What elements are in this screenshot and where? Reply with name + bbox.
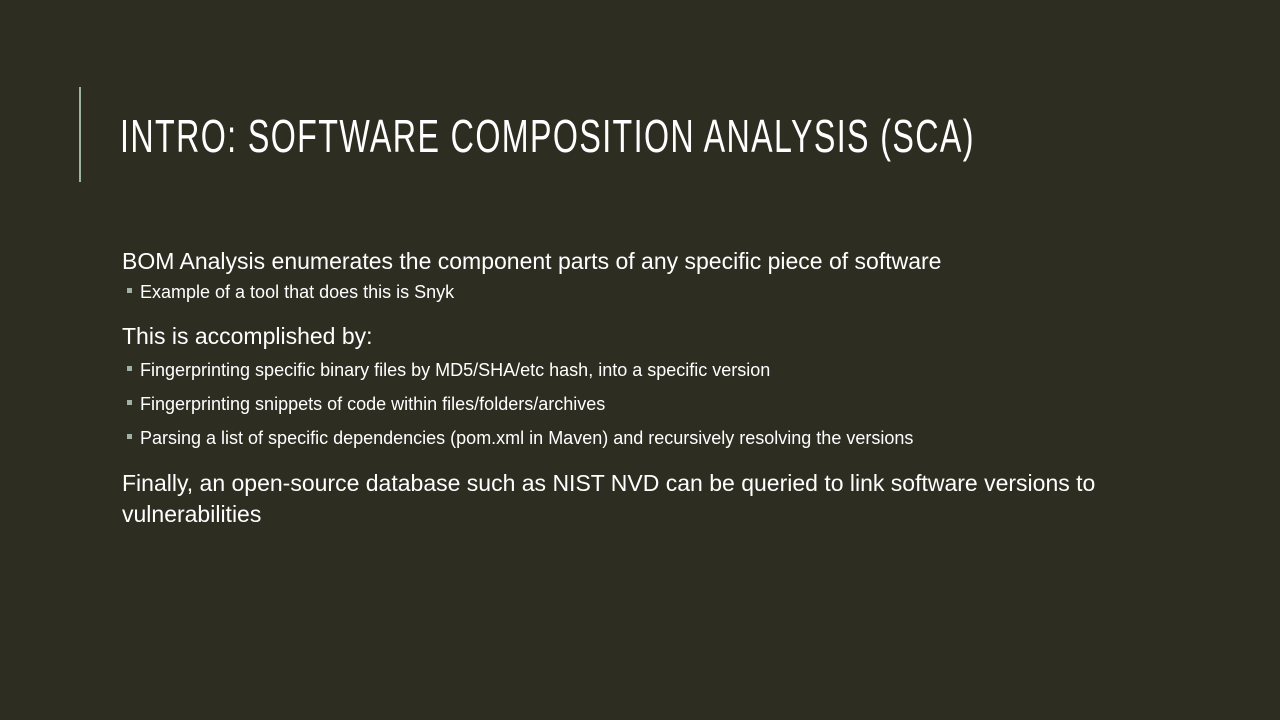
list-item: Fingerprinting snippets of code within f… — [122, 392, 1142, 416]
slide-body: BOM Analysis enumerates the component pa… — [122, 246, 1142, 530]
slide: Intro: Software Composition Analysis (SC… — [0, 0, 1280, 720]
slide-title: Intro: Software Composition Analysis (SC… — [120, 110, 975, 162]
title-accent-rule — [79, 87, 81, 182]
square-bullet-icon — [127, 434, 132, 439]
list-item-text: Parsing a list of specific dependencies … — [140, 428, 914, 448]
square-bullet-icon — [127, 400, 132, 405]
bom-analysis-bullets: Example of a tool that does this is Snyk — [122, 280, 1142, 304]
finally-paragraph: Finally, an open-source database such as… — [122, 470, 1096, 527]
list-item: Example of a tool that does this is Snyk — [122, 280, 1142, 304]
list-item-text: Example of a tool that does this is Snyk — [140, 282, 455, 302]
list-item-text: Fingerprinting snippets of code within f… — [140, 394, 606, 414]
list-item-text: Fingerprinting specific binary files by … — [140, 360, 771, 380]
bom-analysis-paragraph: BOM Analysis enumerates the component pa… — [122, 248, 942, 274]
accomplished-by-paragraph: This is accomplished by: — [122, 323, 373, 349]
list-item: Parsing a list of specific dependencies … — [122, 426, 1142, 450]
square-bullet-icon — [127, 288, 132, 293]
accomplished-by-bullets: Fingerprinting specific binary files by … — [122, 358, 1142, 450]
square-bullet-icon — [127, 366, 132, 371]
list-item: Fingerprinting specific binary files by … — [122, 358, 1142, 382]
